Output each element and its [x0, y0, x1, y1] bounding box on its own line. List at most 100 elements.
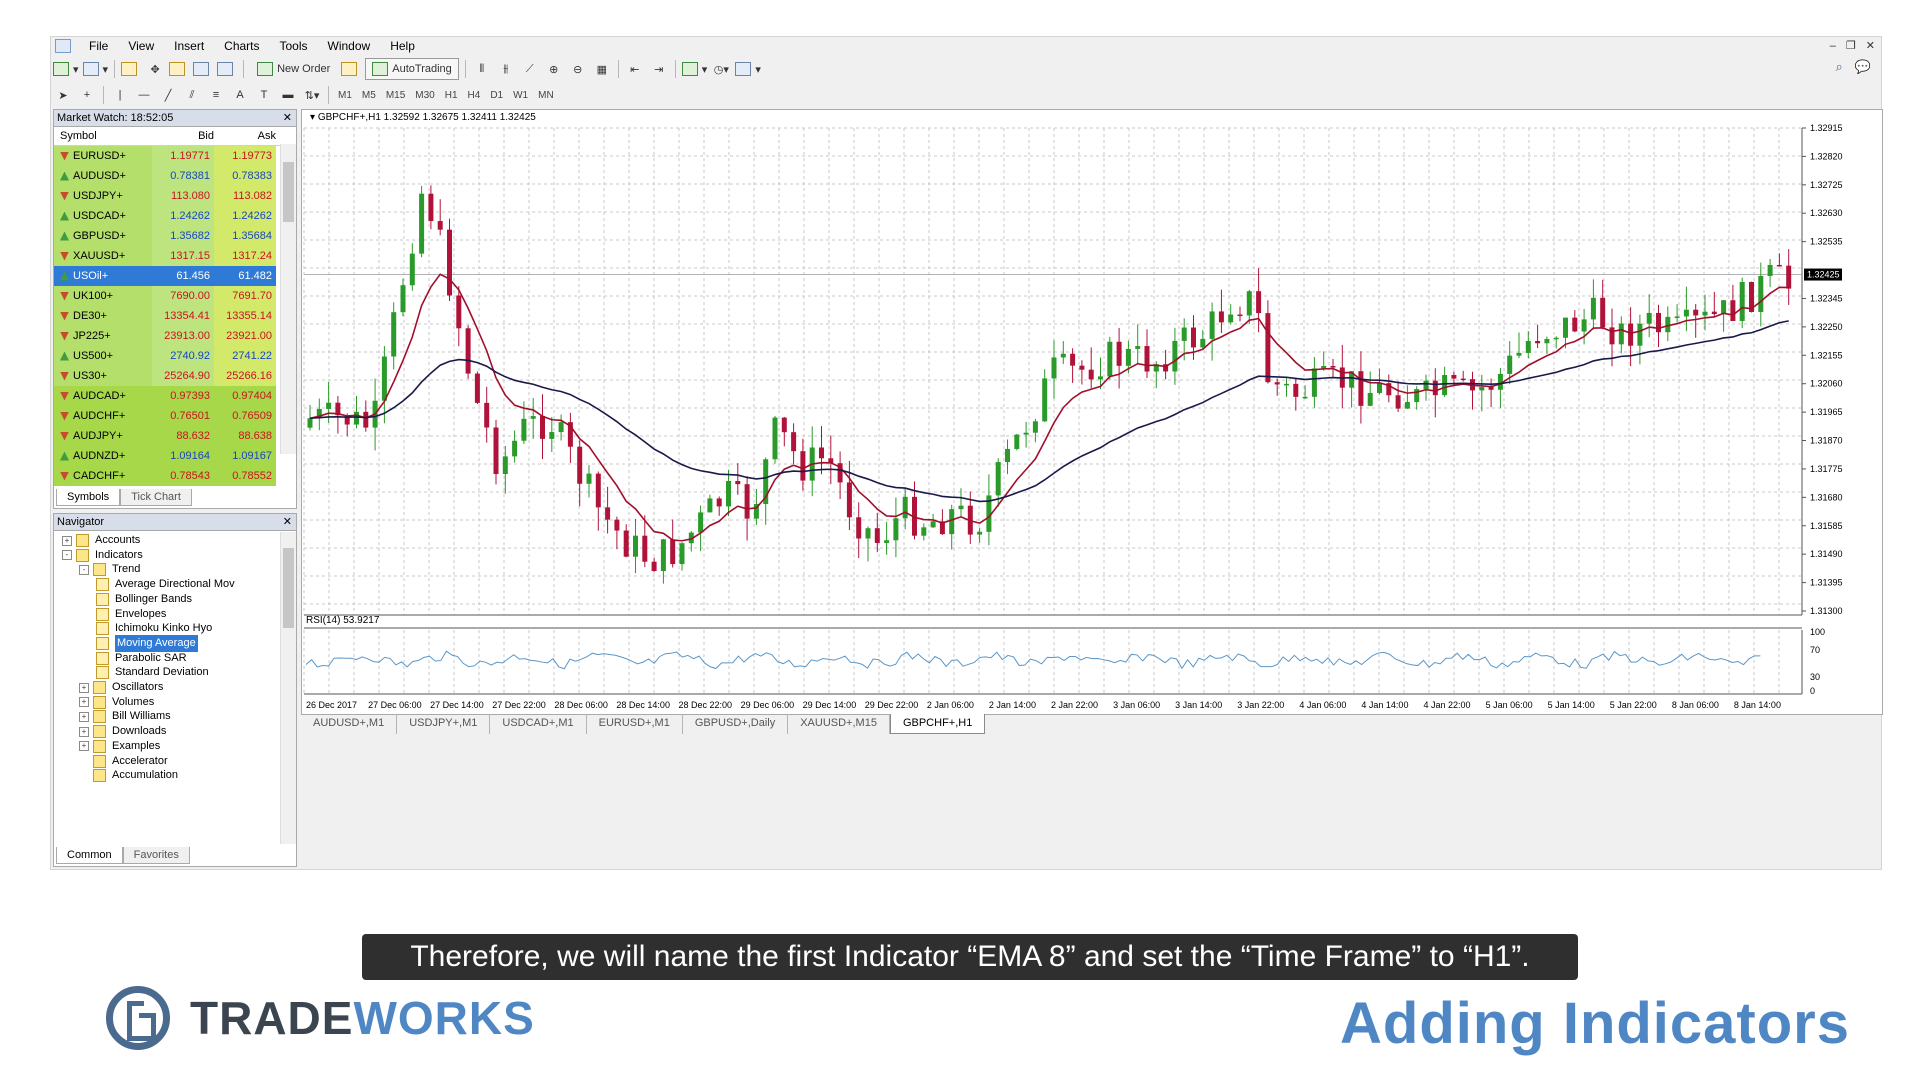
terminal-icon[interactable] — [193, 59, 213, 79]
collapse-icon[interactable]: - — [79, 564, 89, 575]
timeframe-w1[interactable]: W1 — [508, 90, 533, 101]
market-watch-row[interactable]: GBPUSD+ 1.35682 1.35684 — [54, 226, 296, 246]
market-watch-row[interactable]: JP225+ 23913.00 23921.00 — [54, 326, 296, 346]
navigator-scrollbar[interactable] — [280, 532, 296, 844]
crosshair-icon[interactable]: + — [77, 85, 97, 105]
timeframe-m15[interactable]: M15 — [381, 90, 410, 101]
market-watch-row[interactable]: DE30+ 13354.41 13355.14 — [54, 306, 296, 326]
profiles-icon[interactable]: ▾ — [82, 59, 108, 79]
trendline-icon[interactable]: ╱ — [158, 85, 178, 105]
expand-icon[interactable]: + — [79, 697, 89, 708]
timeframe-m5[interactable]: M5 — [357, 90, 381, 101]
chart-tab[interactable]: GBPUSD+,Daily — [683, 714, 789, 734]
market-watch-row[interactable]: AUDCAD+ 0.97393 0.97404 — [54, 386, 296, 406]
market-watch-row[interactable]: US500+ 2740.92 2741.22 — [54, 346, 296, 366]
tab-symbols[interactable]: Symbols — [56, 489, 121, 506]
expand-icon[interactable]: + — [79, 682, 89, 693]
close-icon[interactable]: ✕ — [283, 514, 292, 530]
market-watch-row[interactable]: XAUUSD+ 1317.15 1317.24 — [54, 246, 296, 266]
timeframe-m30[interactable]: M30 — [410, 90, 439, 101]
market-watch-scrollbar[interactable] — [280, 144, 296, 454]
bar-chart-icon[interactable]: ⫴ — [472, 59, 492, 79]
market-watch-row[interactable]: USDJPY+ 113.080 113.082 — [54, 186, 296, 206]
menu-tools[interactable]: Tools — [270, 37, 318, 55]
chart-tab[interactable]: EURUSD+,M1 — [587, 714, 683, 734]
col-symbol[interactable]: Symbol — [54, 127, 152, 145]
minimize-icon[interactable]: – — [1830, 37, 1836, 55]
menu-help[interactable]: Help — [380, 37, 425, 55]
tile-windows-icon[interactable]: ▦ — [592, 59, 612, 79]
expand-icon[interactable]: + — [79, 726, 89, 737]
tab-common[interactable]: Common — [56, 847, 123, 864]
col-bid[interactable]: Bid — [152, 127, 214, 145]
label-icon[interactable]: T — [254, 85, 274, 105]
new-chart-icon[interactable]: ▾ — [53, 59, 79, 79]
line-chart-icon[interactable]: ⟋ — [520, 59, 540, 79]
timeframe-mn[interactable]: MN — [533, 90, 559, 101]
indicators-icon[interactable]: ▾ — [681, 59, 707, 79]
market-watch-row[interactable]: US30+ 25264.90 25266.16 — [54, 366, 296, 386]
periods-icon[interactable]: ◷▾ — [711, 59, 731, 79]
market-watch-row[interactable]: AUDUSD+ 0.78381 0.78383 — [54, 166, 296, 186]
chart-shift-icon[interactable]: ⇥ — [649, 59, 669, 79]
expand-icon[interactable]: + — [79, 711, 89, 722]
arrows-icon[interactable]: ⇅▾ — [302, 85, 322, 105]
horizontal-line-icon[interactable]: — — [134, 85, 154, 105]
chart-tab[interactable]: USDJPY+,M1 — [397, 714, 491, 734]
channel-icon[interactable]: ⫽ — [182, 85, 202, 105]
timeframe-h4[interactable]: H4 — [463, 90, 486, 101]
metaeditor-icon[interactable] — [341, 59, 361, 79]
chat-icon[interactable]: 💬 — [1855, 59, 1871, 75]
timeframe-h1[interactable]: H1 — [440, 90, 463, 101]
market-watch-row[interactable]: CADCHF+ 0.78543 0.78552 — [54, 466, 296, 486]
timeframe-d1[interactable]: D1 — [485, 90, 508, 101]
chart-tab[interactable]: AUDUSD+,M1 — [301, 714, 398, 734]
close-icon[interactable]: ✕ — [1866, 37, 1875, 55]
tab-tick-chart[interactable]: Tick Chart — [120, 489, 192, 506]
autoscroll-icon[interactable]: ⇤ — [625, 59, 645, 79]
text-icon[interactable]: A — [230, 85, 250, 105]
menu-window[interactable]: Window — [318, 37, 381, 55]
col-ask[interactable]: Ask — [214, 127, 276, 145]
tester-icon[interactable] — [217, 59, 237, 79]
market-watch-row[interactable]: AUDNZD+ 1.09164 1.09167 — [54, 446, 296, 466]
zoom-out-icon[interactable]: ⊖ — [568, 59, 588, 79]
navigator-icon[interactable] — [169, 59, 189, 79]
menu-view[interactable]: View — [118, 37, 164, 55]
tab-favorites[interactable]: Favorites — [122, 847, 190, 864]
search-icon[interactable]: ⌕ — [1836, 59, 1843, 75]
menu-charts[interactable]: Charts — [214, 37, 269, 55]
menu-insert[interactable]: Insert — [164, 37, 214, 55]
chart-tab[interactable]: GBPCHF+,H1 — [889, 714, 986, 734]
chart-tab[interactable]: USDCAD+,M1 — [490, 714, 587, 734]
candle-body — [1274, 382, 1280, 385]
navigator-node[interactable]: Accumulation — [79, 767, 178, 784]
menu-file[interactable]: File — [79, 37, 118, 55]
expand-icon[interactable]: + — [62, 535, 72, 546]
timeframe-m1[interactable]: M1 — [333, 90, 357, 101]
fibo-icon[interactable]: ≡ — [206, 85, 226, 105]
collapse-icon[interactable]: - — [62, 550, 72, 561]
close-icon[interactable]: ✕ — [283, 110, 292, 126]
market-watch-row[interactable]: AUDCHF+ 0.76501 0.76509 — [54, 406, 296, 426]
market-watch-row[interactable]: AUDJPY+ 88.632 88.638 — [54, 426, 296, 446]
market-watch-row[interactable]: UK100+ 7690.00 7691.70 — [54, 286, 296, 306]
rectangle-icon[interactable]: ▬ — [278, 85, 298, 105]
chart-tab[interactable]: XAUUSD+,M15 — [788, 714, 890, 734]
templates-icon[interactable]: ▾ — [735, 59, 761, 79]
candlestick-icon[interactable]: ⫵ — [496, 59, 516, 79]
price-chart[interactable]: 1.32915 1.32820 1.32725 1.32630 1.32535 1.323… — [302, 110, 1882, 714]
vertical-line-icon[interactable]: | — [110, 85, 130, 105]
market-watch-row[interactable]: USDCAD+ 1.24262 1.24262 — [54, 206, 296, 226]
market-watch-icon[interactable] — [121, 59, 141, 79]
cursor-icon[interactable]: ➤ — [53, 85, 73, 105]
data-window-icon[interactable]: ✥ — [145, 59, 165, 79]
market-watch-row[interactable]: USOil+ 61.456 61.482 — [54, 266, 296, 286]
restore-icon[interactable]: ❐ — [1846, 37, 1856, 55]
market-watch-row[interactable]: EURUSD+ 1.19771 1.19773 — [54, 146, 296, 166]
zoom-in-icon[interactable]: ⊕ — [544, 59, 564, 79]
chart-window[interactable]: 1.32915 1.32820 1.32725 1.32630 1.32535 1.323… — [301, 109, 1883, 715]
autotrading-button[interactable]: AutoTrading — [365, 58, 459, 80]
expand-icon[interactable]: + — [79, 741, 89, 752]
new-order-button[interactable]: New Order — [250, 58, 337, 80]
